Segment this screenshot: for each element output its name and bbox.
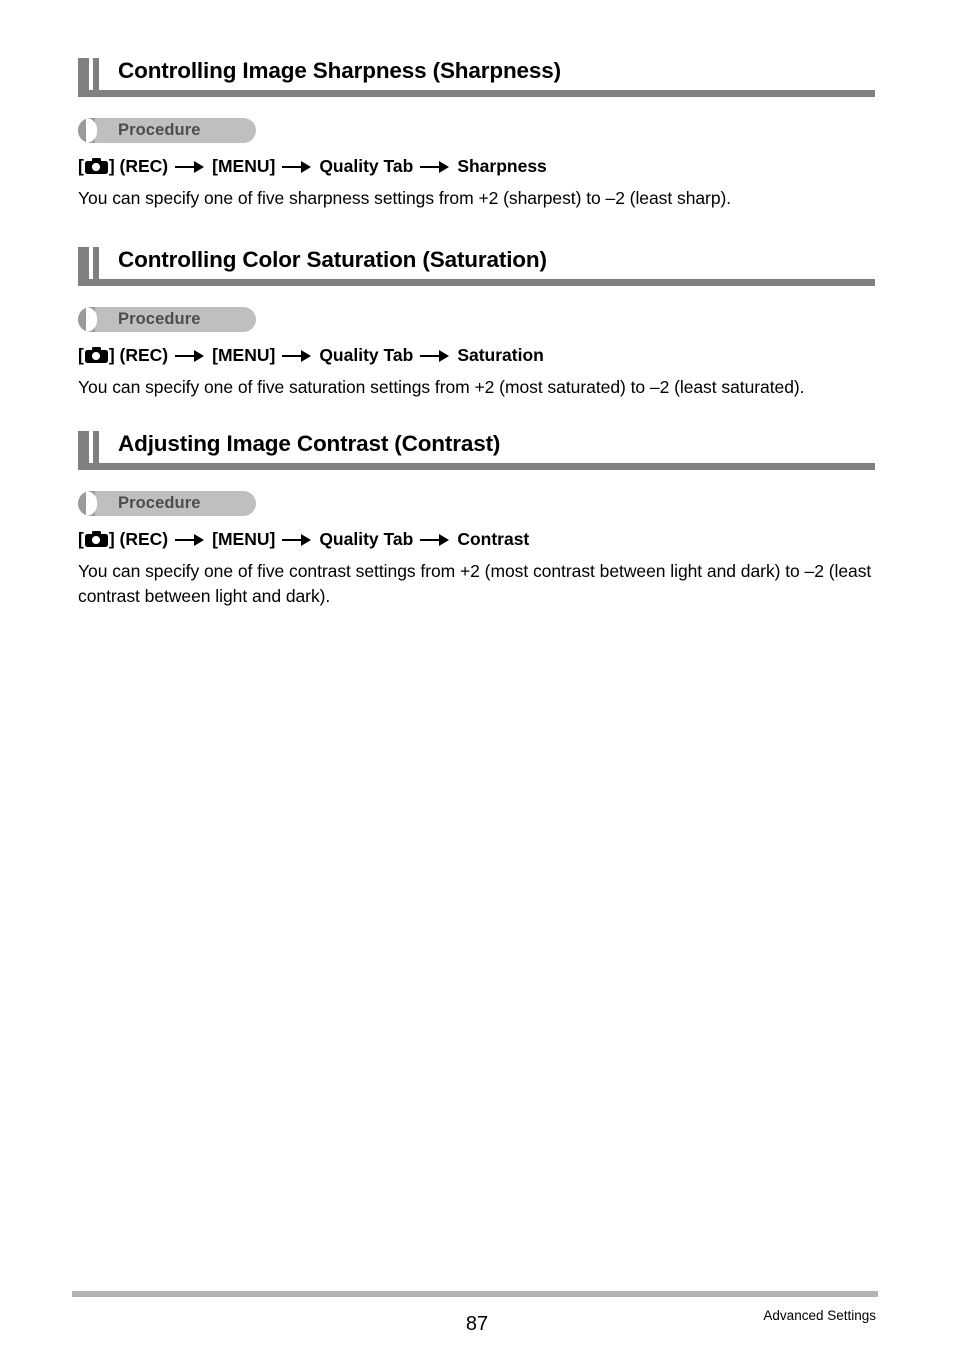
arrow-right-icon — [420, 531, 450, 548]
procedure-badge: Procedure — [78, 491, 256, 516]
bracket-close-rec: ] (REC) — [108, 345, 169, 365]
heading-rule — [78, 463, 875, 470]
arrow-right-icon — [282, 531, 312, 548]
arrow-right-icon — [420, 158, 450, 175]
procedure-badge: Procedure — [78, 118, 256, 143]
arrow-right-icon — [175, 347, 205, 364]
path-step-rec: [ ] (REC) — [78, 343, 168, 367]
section-sharpness: Controlling Image Sharpness (Sharpness) … — [78, 55, 878, 211]
procedure-badge-notch-icon — [86, 118, 97, 143]
path-step-quality-tab: Quality Tab — [319, 345, 414, 365]
camera-icon — [84, 347, 108, 363]
path-step-rec: [ ] (REC) — [78, 154, 168, 178]
procedure-badge: Procedure — [78, 307, 256, 332]
section-body-text: You can specify one of five saturation s… — [78, 377, 805, 397]
section-saturation: Controlling Color Saturation (Saturation… — [78, 244, 878, 400]
camera-icon — [84, 158, 108, 174]
section-heading: Adjusting Image Contrast (Contrast) — [78, 428, 878, 477]
bracket-close-rec: ] (REC) — [108, 529, 169, 549]
path-step-menu: [MENU] — [212, 156, 276, 176]
path-step-quality-tab: Quality Tab — [319, 529, 414, 549]
bracket-open: [ — [78, 529, 84, 549]
arrow-right-icon — [175, 158, 205, 175]
bracket-open: [ — [78, 156, 84, 176]
path-step-rec: [ ] (REC) — [78, 527, 168, 551]
procedure-path: [ ] (REC) [MENU] Quality Tab Contrast — [78, 527, 878, 551]
bracket-open: [ — [78, 345, 84, 365]
path-step-setting: Saturation — [457, 345, 544, 365]
arrow-right-icon — [175, 531, 205, 548]
path-step-setting: Sharpness — [457, 156, 547, 176]
procedure-badge-notch-icon — [86, 307, 97, 332]
path-step-menu: [MENU] — [212, 345, 276, 365]
arrow-right-icon — [420, 347, 450, 364]
path-step-quality-tab: Quality Tab — [319, 156, 414, 176]
heading-rule — [78, 279, 875, 286]
section-body-text: You can specify one of five contrast set… — [78, 561, 872, 606]
section-title: Controlling Image Sharpness (Sharpness) — [118, 58, 561, 83]
section-title: Controlling Color Saturation (Saturation… — [118, 247, 547, 272]
procedure-path: [ ] (REC) [MENU] Quality Tab Sharpness — [78, 154, 878, 178]
section-body-text: You can specify one of five sharpness se… — [78, 188, 732, 208]
document-page: Controlling Image Sharpness (Sharpness) … — [0, 0, 954, 1357]
camera-icon — [84, 531, 108, 547]
procedure-badge-label: Procedure — [118, 310, 201, 328]
section-title: Adjusting Image Contrast (Contrast) — [118, 431, 501, 456]
section-heading: Controlling Image Sharpness (Sharpness) — [78, 55, 878, 104]
footer-rule — [72, 1291, 878, 1297]
heading-rule — [78, 90, 875, 97]
path-step-setting: Contrast — [457, 529, 530, 549]
section-heading: Controlling Color Saturation (Saturation… — [78, 244, 878, 293]
procedure-badge-label: Procedure — [118, 494, 201, 512]
procedure-badge-label: Procedure — [118, 121, 201, 139]
footer-section-label: Advanced Settings — [763, 1308, 876, 1323]
arrow-right-icon — [282, 158, 312, 175]
path-step-menu: [MENU] — [212, 529, 276, 549]
procedure-badge-notch-icon — [86, 491, 97, 516]
bracket-close-rec: ] (REC) — [108, 156, 169, 176]
arrow-right-icon — [282, 347, 312, 364]
section-contrast: Adjusting Image Contrast (Contrast) Proc… — [78, 428, 878, 609]
procedure-path: [ ] (REC) [MENU] Quality Tab Saturation — [78, 343, 878, 367]
page-content: Controlling Image Sharpness (Sharpness) … — [78, 55, 878, 609]
